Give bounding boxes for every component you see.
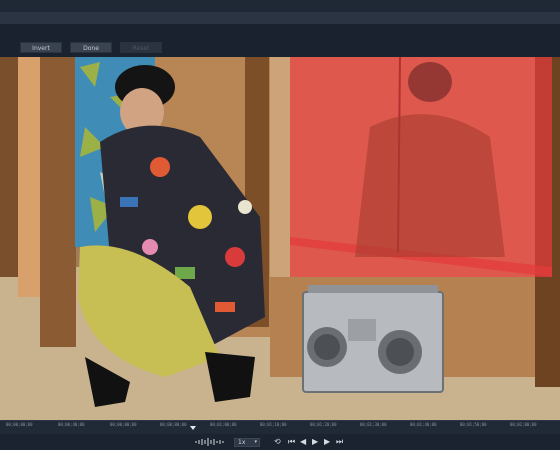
title-strip bbox=[0, 0, 560, 12]
tick-label: 00;01;20;00 bbox=[310, 422, 337, 427]
mask-toolbar: Invert Done Reset bbox=[0, 24, 560, 57]
step-back-icon[interactable]: ◀ bbox=[300, 438, 306, 446]
time-ruler[interactable]: 00;00;00;00 00;00;40;00 00;00;00;00 00;0… bbox=[0, 420, 560, 434]
tick-label: 00;00;00;00 bbox=[160, 422, 187, 427]
tick-label: 00;00;00;00 bbox=[6, 422, 33, 427]
waveform-icon[interactable] bbox=[195, 438, 229, 446]
boombox bbox=[302, 285, 444, 393]
tab-bar bbox=[0, 12, 560, 24]
tick-label: 00;01;50;00 bbox=[460, 422, 487, 427]
tick-label: 00;01;30;00 bbox=[360, 422, 387, 427]
timeline-panel: 00;00;00;00 00;00;40;00 00;00;00;00 00;0… bbox=[0, 420, 560, 450]
play-icon[interactable]: ▶ bbox=[312, 438, 318, 446]
reset-button[interactable]: Reset bbox=[120, 42, 162, 53]
done-button[interactable]: Done bbox=[70, 42, 112, 53]
speed-select[interactable]: 1x ▾ bbox=[234, 438, 260, 447]
loop-icon[interactable]: ⟲ bbox=[274, 438, 281, 446]
tick-label: 00;00;00;00 bbox=[110, 422, 137, 427]
video-frame bbox=[0, 57, 560, 420]
tick-label: 00;02;00;00 bbox=[510, 422, 537, 427]
video-preview[interactable] bbox=[0, 57, 560, 420]
tick-label: 00;01;00;00 bbox=[210, 422, 237, 427]
skip-end-icon[interactable]: ⏭ bbox=[336, 438, 343, 446]
tick-label: 00;00;40;00 bbox=[58, 422, 85, 427]
speed-value: 1x bbox=[238, 439, 246, 446]
transport-controls: 1x ▾ ⟲ ⏮ ◀ ▶ ▶ ⏭ bbox=[0, 434, 560, 450]
playhead[interactable] bbox=[190, 426, 196, 430]
step-forward-icon[interactable]: ▶ bbox=[324, 438, 330, 446]
tick-label: 00;01;40;00 bbox=[410, 422, 437, 427]
tick-label: 00;01;10;00 bbox=[260, 422, 287, 427]
invert-button[interactable]: Invert bbox=[20, 42, 62, 53]
skip-start-icon[interactable]: ⏮ bbox=[288, 438, 295, 446]
chevron-down-icon: ▾ bbox=[254, 439, 257, 445]
